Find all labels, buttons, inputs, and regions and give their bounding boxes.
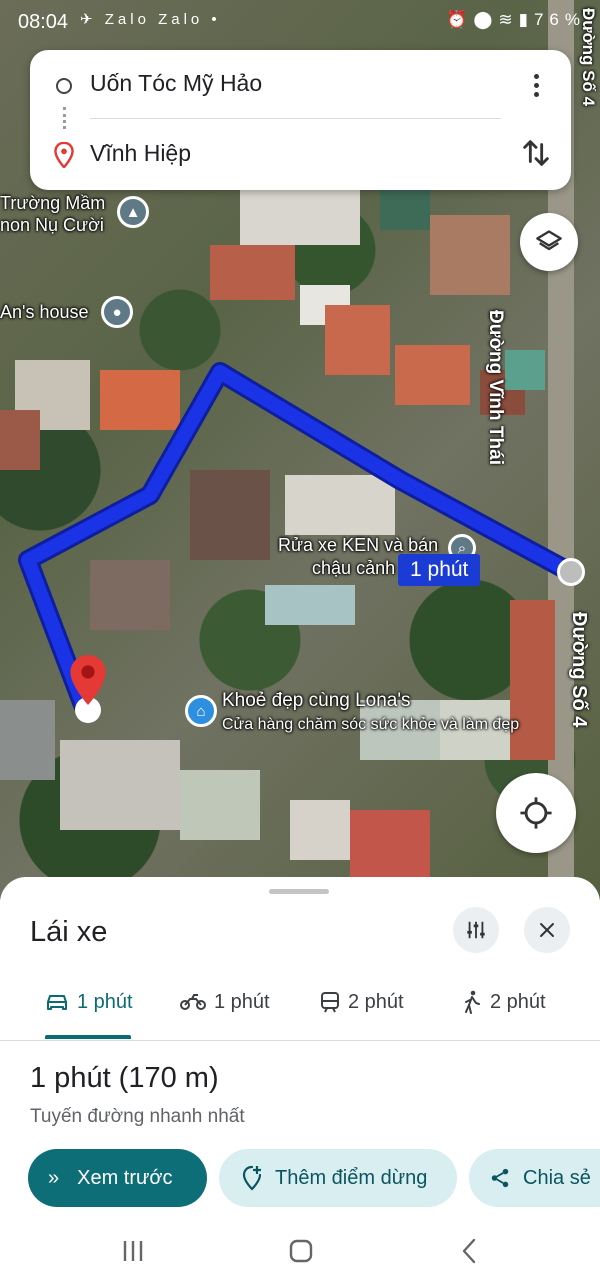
tab-transit-label: 2 phút (348, 990, 404, 1013)
route-options-button[interactable] (453, 907, 499, 953)
tab-transit[interactable]: 2 phút (320, 987, 404, 1017)
origin-field[interactable]: Uốn Tóc Mỹ Hảo (90, 70, 262, 97)
status-bar: 08:04 ✈ Zalo Zalo • ⏰⬤≋▮76% (0, 0, 600, 44)
share-button[interactable]: Chia sẻ (469, 1149, 600, 1207)
add-location-icon (242, 1165, 262, 1191)
sheet-drag-handle[interactable] (269, 889, 329, 894)
street-label-vinh-thai: Đường Vĩnh Thái (485, 310, 506, 465)
status-time: 08:04 (18, 11, 69, 33)
card-divider (90, 118, 501, 119)
wifi-icon: ≋ (498, 10, 519, 29)
recent-apps-icon[interactable] (118, 1236, 148, 1266)
more-options-button[interactable] (521, 68, 551, 102)
dotted-connector (63, 107, 66, 129)
origin-circle-icon (56, 78, 72, 94)
tab-motorbike-label: 1 phút (214, 990, 270, 1013)
my-location-button[interactable] (496, 773, 576, 853)
school-icon[interactable]: ▲ (117, 196, 149, 228)
signal-icon: ▮ (518, 10, 534, 29)
preview-label: Xem trước (77, 1166, 173, 1189)
destination-pin-icon (54, 142, 74, 168)
walk-icon (465, 990, 480, 1014)
location-icon: ⬤ (473, 10, 499, 29)
preview-button[interactable]: » Xem trước (28, 1149, 207, 1207)
map-view[interactable]: Trường Mầm non Nụ Cười ▲ An's house ● Rử… (0, 0, 600, 900)
car-icon (47, 995, 67, 1010)
layers-icon (536, 230, 562, 251)
sheet-title: Lái xe (30, 916, 108, 948)
tab-drive[interactable]: 1 phút (45, 987, 133, 1017)
active-tab-indicator (45, 1035, 131, 1039)
notification-icons: ✈ Zalo Zalo • (80, 11, 221, 28)
home-icon[interactable] (286, 1236, 316, 1266)
share-icon (491, 1168, 509, 1188)
place-icon[interactable]: ● (101, 296, 133, 328)
tab-walk[interactable]: 2 phút (462, 987, 546, 1017)
swap-icon[interactable] (519, 136, 553, 170)
lonas-sublabel: Cửa hàng chăm sóc sức khỏe và làm đẹp (222, 716, 520, 733)
origin-marker[interactable] (557, 558, 585, 586)
street-label-so4: Đường Số 4 (568, 612, 590, 728)
shopping-bag-icon[interactable]: ⌂ (185, 695, 217, 727)
chevron-double-right-icon: » (48, 1166, 60, 1189)
route-summary: 1 phút (170 m) (30, 1062, 219, 1094)
crosshair-icon (520, 797, 552, 829)
tab-motorbike[interactable]: 1 phút (180, 987, 270, 1017)
red-pin-icon (70, 655, 106, 705)
tune-icon (467, 921, 485, 939)
close-icon (540, 923, 554, 937)
alarm-icon: ⏰ (446, 10, 474, 29)
battery-text: 76% (533, 10, 586, 29)
ans-house-label[interactable]: An's house (0, 302, 89, 323)
close-button[interactable] (524, 907, 570, 953)
lonas-label[interactable]: Khoẻ đẹp cùng Lona's (222, 690, 411, 712)
tab-drive-label: 1 phút (77, 990, 133, 1013)
share-label: Chia sẻ (523, 1166, 591, 1189)
school-label[interactable]: Trường Mầm non Nụ Cười (0, 192, 105, 236)
route-subtitle: Tuyến đường nhanh nhất (30, 1106, 245, 1127)
destination-marker[interactable] (70, 655, 106, 725)
system-nav-bar (0, 1220, 600, 1286)
add-stop-label: Thêm điểm dừng (275, 1166, 428, 1189)
transit-icon (321, 992, 339, 1013)
layers-button[interactable] (520, 213, 578, 271)
tab-walk-label: 2 phút (490, 990, 546, 1013)
status-icons: ⏰⬤≋▮76% (446, 10, 586, 30)
add-stop-button[interactable]: Thêm điểm dừng (219, 1149, 457, 1207)
route-time-chip[interactable]: 1 phút (398, 554, 481, 586)
travel-mode-tabs: 1 phút 1 phút 2 phút 2 phút (0, 969, 600, 1041)
destination-field[interactable]: Vĩnh Hiệp (90, 140, 191, 167)
motorbike-icon (180, 994, 206, 1010)
route-card: Uốn Tóc Mỹ Hảo Vĩnh Hiệp (30, 50, 571, 190)
back-icon[interactable] (455, 1236, 485, 1266)
